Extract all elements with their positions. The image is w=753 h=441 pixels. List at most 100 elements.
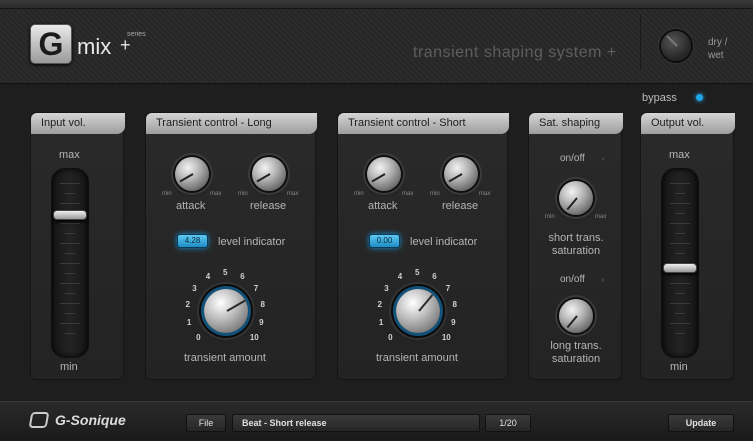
brand-name: G-Sonique — [55, 412, 126, 428]
preset-counter[interactable]: 1/20 — [485, 414, 531, 432]
amount-scale-mark: 1 — [378, 317, 384, 327]
long-release-label: release — [250, 200, 287, 212]
fader-tick — [65, 233, 75, 234]
amount-scale-mark: 7 — [445, 283, 451, 293]
long-attack-knob[interactable] — [175, 157, 209, 191]
wet-label: wet — [708, 50, 724, 61]
long-release-knob[interactable] — [252, 157, 286, 191]
preset-name-field[interactable]: Beat - Short release — [232, 414, 480, 432]
dry-label: dry / — [708, 37, 728, 48]
fader-tick — [670, 223, 690, 224]
fader-tick — [65, 193, 75, 194]
fader-tick — [675, 213, 685, 214]
dry-wet-knob[interactable] — [661, 31, 691, 61]
amount-scale-mark: 10 — [441, 332, 451, 342]
fader-tick — [60, 223, 80, 224]
input-vol-panel: Input vol. max min — [30, 112, 125, 380]
amount-scale-mark: 5 — [223, 268, 228, 277]
fader-tick — [60, 303, 80, 304]
output-max-label: max — [669, 149, 690, 161]
amount-scale-mark: 1 — [186, 317, 192, 327]
short-sat-knob[interactable] — [559, 181, 593, 215]
amount-scale-mark: 4 — [397, 272, 403, 282]
long-sat-onoff-toggle[interactable] — [600, 277, 606, 283]
fader-tick — [675, 193, 685, 194]
fader-tick — [60, 263, 80, 264]
g-sonique-logo-icon — [28, 412, 50, 428]
fader-tick — [65, 253, 75, 254]
long-release-max: max — [287, 191, 299, 197]
fader-tick — [675, 293, 685, 294]
file-button[interactable]: File — [186, 414, 226, 432]
amount-scale-mark: 0 — [388, 332, 393, 342]
fader-tick — [65, 293, 75, 294]
short-attack-label: attack — [368, 200, 398, 212]
fader-tick — [60, 183, 80, 184]
output-fader-handle[interactable] — [663, 263, 697, 274]
dry-wet-label: dry / wet — [708, 36, 727, 62]
short-release-min: min — [430, 191, 440, 197]
long-transient-amount-knob[interactable] — [204, 289, 248, 333]
fader-tick — [60, 283, 80, 284]
amount-scale-mark: 6 — [432, 272, 437, 282]
long-attack-label: attack — [176, 200, 206, 212]
logo-series: series — [127, 31, 146, 38]
amount-scale-mark: 5 — [415, 268, 420, 277]
product-title: transient shaping system + — [413, 44, 617, 61]
short-sat-onoff-label: on/off — [560, 153, 585, 164]
short-attack-max: max — [402, 191, 414, 197]
logo-name: mix — [77, 34, 112, 59]
short-level-label: level indicator — [410, 236, 478, 248]
fader-tick — [670, 303, 690, 304]
sat-shaping-title: Sat. shaping — [529, 113, 623, 134]
header-divider — [640, 14, 641, 70]
fader-tick — [670, 323, 690, 324]
short-release-knob[interactable] — [444, 157, 478, 191]
fader-tick — [60, 203, 80, 204]
input-fader-handle[interactable] — [53, 210, 87, 221]
transient-short-panel: Transient control - Short min max attack… — [337, 112, 509, 380]
fader-tick — [675, 333, 685, 334]
amount-scale-mark: 10 — [249, 332, 259, 342]
amount-scale-mark: 9 — [451, 317, 456, 327]
bypass-toggle[interactable] — [696, 94, 703, 101]
long-sat-label-line1: long trans. — [550, 340, 602, 352]
fader-tick — [675, 313, 685, 314]
input-max-label: max — [59, 149, 80, 161]
fader-tick — [670, 183, 690, 184]
transient-long-panel: Transient control - Long min max attack … — [145, 112, 317, 380]
fader-tick — [675, 233, 685, 234]
short-attack-min: min — [354, 191, 364, 197]
long-amount-label: transient amount — [184, 352, 266, 364]
output-min-label: min — [670, 361, 688, 373]
fader-tick — [65, 313, 75, 314]
short-release-label: release — [442, 200, 479, 212]
amount-scale-mark: 7 — [253, 283, 259, 293]
fader-tick — [675, 253, 685, 254]
amount-scale-mark: 2 — [185, 300, 190, 310]
fader-tick — [65, 333, 75, 334]
amount-scale-mark: 9 — [259, 317, 264, 327]
short-transient-amount-knob[interactable] — [396, 289, 440, 333]
long-sat-label: long trans. saturation — [548, 340, 604, 366]
long-release-min: min — [238, 191, 248, 197]
input-vol-title: Input vol. — [31, 113, 125, 134]
bypass-label: bypass — [642, 92, 677, 104]
short-sat-onoff-toggle[interactable] — [600, 156, 606, 162]
short-release-max: max — [479, 191, 491, 197]
short-sat-label: short trans. saturation — [548, 232, 604, 258]
long-attack-min: min — [162, 191, 172, 197]
output-vol-panel: Output vol. max min — [640, 112, 735, 380]
amount-scale-mark: 8 — [260, 300, 265, 310]
fader-tick — [670, 283, 690, 284]
update-button[interactable]: Update — [668, 414, 734, 432]
input-min-label: min — [60, 361, 78, 373]
amount-scale-mark: 3 — [384, 283, 389, 293]
long-sat-knob[interactable] — [559, 299, 593, 333]
amount-scale-mark: 4 — [205, 272, 211, 282]
transient-short-title: Transient control - Short — [338, 113, 509, 134]
amount-scale-mark: 3 — [192, 283, 197, 293]
short-attack-knob[interactable] — [367, 157, 401, 191]
fader-tick — [670, 243, 690, 244]
fader-tick — [65, 273, 75, 274]
